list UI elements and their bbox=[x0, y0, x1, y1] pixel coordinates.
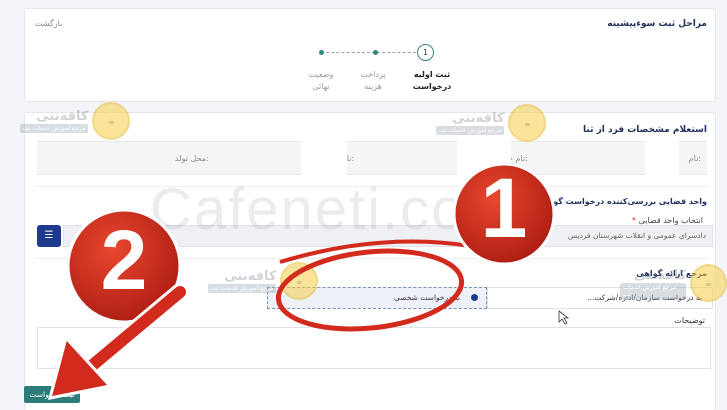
birthplace-label: محل تولد: bbox=[175, 154, 209, 163]
steps-card: مراحل ثبت سوءپیشینه بازگشت 1 ثبت اولیه د… bbox=[24, 8, 716, 102]
step-1-label: ثبت اولیه درخواست bbox=[410, 69, 454, 93]
step-2-line1: پرداخت bbox=[360, 70, 386, 79]
watermark-badge-icon: ☕ bbox=[280, 262, 319, 300]
identity-section-title: استعلام مشخصات فرد از ثنا bbox=[583, 125, 707, 135]
watermark-brand: کافه‌نتی bbox=[633, 267, 687, 283]
step-connector bbox=[321, 52, 421, 53]
watermark-logo: کافه‌نتی مرجع آموزش خدمات نت ☕ bbox=[436, 104, 547, 142]
judicial-select-label: انتخاب واحد قضایی * bbox=[632, 216, 703, 225]
description-label: توضیحات bbox=[674, 316, 705, 325]
step-1-line1: ثبت اولیه bbox=[413, 70, 451, 79]
watermark-text: Cafeneti.com bbox=[150, 177, 516, 242]
step-3-line1: وضعیت bbox=[308, 70, 334, 79]
watermark-brand: کافه‌نتی bbox=[224, 269, 277, 284]
back-link[interactable]: بازگشت bbox=[35, 19, 62, 28]
description-textarea[interactable] bbox=[37, 327, 711, 369]
step-3-line2: نهائی bbox=[312, 82, 330, 91]
submit-button-label: ثبت درخواست bbox=[29, 390, 75, 399]
judicial-select-value: دادسرای عمومی و انقلاب شهرستان فردیس bbox=[567, 231, 706, 240]
watermark-brand: کافه‌نتی bbox=[36, 109, 89, 124]
required-mark: * bbox=[632, 216, 637, 225]
judicial-select-label-text: انتخاب واحد قضایی bbox=[638, 216, 703, 225]
watermark-tagline: مرجع آموزش خدمات نت bbox=[208, 284, 277, 293]
option-personal-label: به درخواست شخصی bbox=[394, 293, 460, 302]
step-2-line2: هزینه bbox=[364, 82, 382, 91]
redaction-block bbox=[645, 135, 679, 187]
step-1-line2: درخواست bbox=[412, 82, 452, 91]
watermark-tagline: مرجع آموزش خدمات نت bbox=[620, 282, 687, 299]
step-3-dot bbox=[319, 50, 324, 55]
list-picker-button[interactable]: ☰ bbox=[37, 225, 61, 247]
badge-1-number: 1 bbox=[480, 161, 528, 255]
watermark-logo: کافه‌نتی مرجع آموزش خدمات نت ☕ bbox=[20, 102, 131, 140]
watermark-badge-icon: ☕ bbox=[92, 102, 131, 140]
radio-selected-icon bbox=[471, 294, 478, 301]
submit-button[interactable]: ثبت درخواست bbox=[24, 386, 80, 403]
watermark-tagline: مرجع آموزش خدمات نت bbox=[436, 126, 505, 135]
watermark-logo: کافه‌نتی مرجع آموزش خدمات نت ☕ bbox=[208, 262, 319, 300]
watermark-badge-icon: ☕ bbox=[690, 264, 727, 302]
watermark-brand: کافه‌نتی bbox=[452, 111, 505, 126]
identity-row bbox=[37, 141, 707, 175]
step-1-circle: 1 bbox=[417, 44, 434, 61]
badge-2-number: 2 bbox=[100, 213, 148, 307]
list-icon: ☰ bbox=[44, 230, 54, 241]
name-label: نام: bbox=[688, 154, 701, 163]
watermark-badge-icon: ☕ bbox=[508, 104, 547, 142]
page-title: مراحل ثبت سوءپیشینه bbox=[607, 19, 707, 29]
step-3-label: وضعیت نهائی bbox=[301, 69, 341, 93]
step-2-label: پرداخت هزینه bbox=[353, 69, 393, 93]
step-2-dot bbox=[373, 50, 378, 55]
watermark-logo: کافه‌نتی مرجع آموزش خدمات نت ☕ bbox=[620, 264, 727, 302]
step-1-number: 1 bbox=[422, 48, 429, 57]
watermark-tagline: مرجع آموزش خدمات نت bbox=[20, 124, 89, 133]
